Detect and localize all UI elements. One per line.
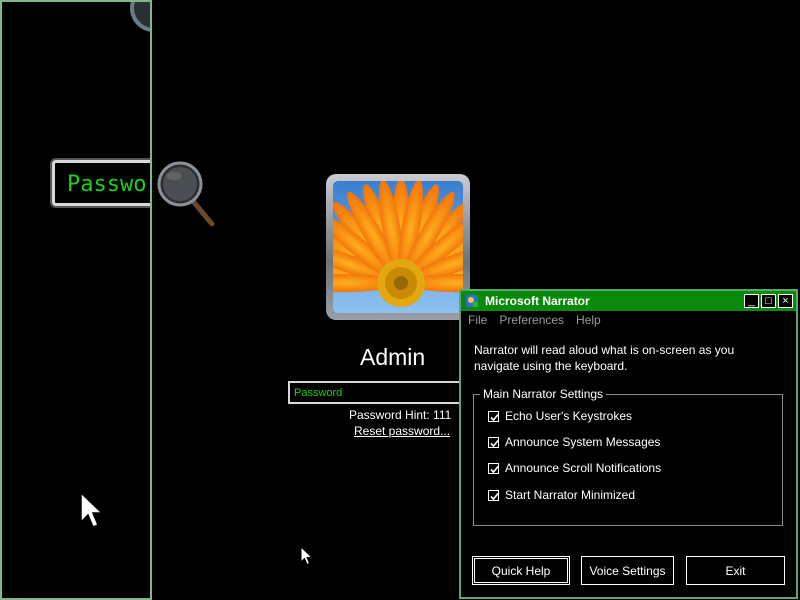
setting-announce-system-messages[interactable]: Announce System Messages [488, 435, 660, 449]
magnifier-pane: Passwo [0, 0, 152, 600]
menu-help[interactable]: Help [576, 313, 601, 329]
main-settings-group: Main Narrator Settings Echo User's Keyst… [473, 387, 783, 526]
minimize-button[interactable]: _ [744, 294, 759, 308]
main-settings-label: Main Narrator Settings [480, 387, 607, 401]
narrator-titlebar[interactable]: Microsoft Narrator _ □ × [461, 291, 796, 311]
narrator-window: Microsoft Narrator _ □ × File Preference… [459, 289, 798, 599]
setting-announce-scroll[interactable]: Announce Scroll Notifications [488, 461, 661, 475]
magnified-password-text: Passwo [67, 172, 147, 197]
user-tile [326, 174, 470, 320]
voice-settings-button[interactable]: Voice Settings [581, 556, 674, 585]
magnified-cursor-icon [80, 492, 104, 528]
checkbox-start-minimized[interactable] [488, 489, 499, 501]
narrator-title: Microsoft Narrator [485, 294, 590, 308]
setting-start-minimized[interactable]: Start Narrator Minimized [488, 488, 635, 502]
mouse-cursor-icon [300, 546, 313, 566]
narrator-app-icon [466, 295, 478, 307]
reset-password-link[interactable]: Reset password... [354, 424, 450, 438]
setting-label: Echo User's Keystrokes [505, 409, 633, 423]
user-picture [333, 181, 463, 313]
close-button[interactable]: × [778, 294, 793, 308]
magnified-password-field: Passwo [52, 160, 150, 206]
menu-file[interactable]: File [468, 313, 487, 329]
exit-button[interactable]: Exit [686, 556, 785, 585]
setting-echo-keystrokes[interactable]: Echo User's Keystrokes [488, 409, 632, 423]
menu-preferences[interactable]: Preferences [499, 313, 564, 329]
username-label: Admin [360, 344, 426, 370]
magnified-avatar-edge [130, 2, 150, 32]
narrator-description: Narrator will read aloud what is on-scre… [474, 343, 735, 373]
password-hint: Password Hint: 111 [349, 408, 452, 422]
checkbox-announce-scroll[interactable] [488, 462, 499, 474]
magnifier-icon[interactable] [156, 160, 218, 228]
setting-label: Announce System Messages [505, 435, 661, 449]
quick-help-button[interactable]: Quick Help [472, 556, 570, 585]
setting-label: Announce Scroll Notifications [505, 461, 662, 475]
password-input[interactable] [288, 381, 468, 404]
checkbox-echo-keystrokes[interactable] [488, 410, 499, 422]
checkbox-announce-system-messages[interactable] [488, 436, 499, 448]
narrator-menubar: File Preferences Help [461, 311, 796, 329]
setting-label: Start Narrator Minimized [505, 488, 636, 502]
maximize-button[interactable]: □ [761, 294, 776, 308]
